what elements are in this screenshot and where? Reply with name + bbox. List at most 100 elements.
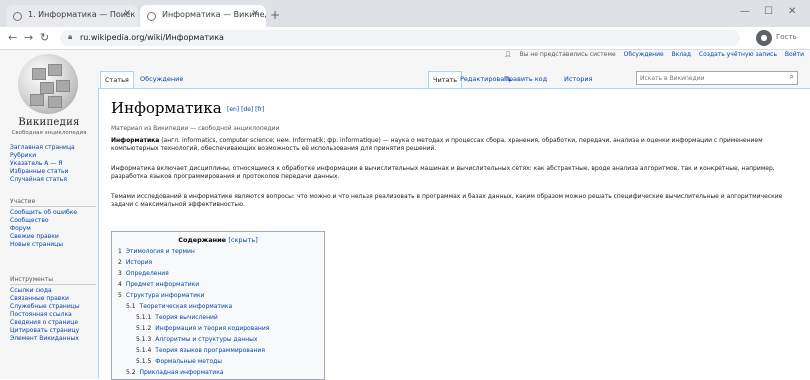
toc-item-number: 5	[118, 292, 122, 299]
sidebar-item-cite[interactable]: Цитировать страницу	[10, 327, 96, 335]
sidebar-item-related-changes[interactable]: Связанные правки	[10, 295, 96, 303]
toc-item-label: Теоретическая информатика	[139, 303, 233, 310]
toc-item-label: История	[125, 259, 153, 266]
toc-item-label: Предмет информатики	[125, 281, 200, 288]
toc-item[interactable]: 3 Определения	[118, 270, 169, 277]
sidebar-item-what-links-here[interactable]: Ссылки сюда	[10, 287, 96, 295]
toc-item-number: 5.1.5	[136, 358, 152, 365]
reload-icon[interactable]: ↻	[40, 31, 49, 44]
tab-history[interactable]: История	[560, 71, 596, 87]
search-input[interactable]	[640, 73, 780, 83]
sidebar-item-recent-changes[interactable]: Свежие правки	[10, 233, 96, 241]
toc-toggle[interactable]: [скрыть]	[228, 236, 257, 244]
toc-item[interactable]: 5.1.5 Формальные методы	[136, 358, 222, 365]
talk-link[interactable]: Обсуждение	[624, 51, 664, 58]
wikipedia-tagline: Свободная энциклопедия	[11, 130, 87, 136]
sidebar-item-report-error[interactable]: Сообщить об ошибке	[10, 209, 96, 217]
sidebar-item-new-pages[interactable]: Новые страницы	[10, 241, 96, 249]
toc-item[interactable]: 5.1.3 Алгоритмы и структуры данных	[136, 336, 257, 343]
sidebar-heading-tools: Инструменты	[10, 276, 96, 285]
sidebar-item-community[interactable]: Сообщество	[10, 217, 96, 225]
sidebar-item-permanent-link[interactable]: Постоянная ссылка	[10, 311, 96, 319]
toc-item[interactable]: 5.2 Прикладная информатика	[126, 369, 224, 376]
toc-item-number: 4	[118, 281, 122, 288]
site-subtitle: Материал из Википедии — свободной энцикл…	[111, 125, 280, 132]
plus-icon[interactable]: +	[270, 8, 280, 22]
contributions-link[interactable]: Вклад	[672, 51, 691, 58]
sidebar-item-special-pages[interactable]: Служебные страницы	[10, 303, 96, 311]
browser-tab-label: 1. Информатика — Поиск в Google	[28, 10, 138, 19]
sidebar-item-random[interactable]: Случайная статья	[10, 176, 96, 184]
toc-item-label: Теория вычислений	[155, 314, 218, 321]
toc-item-label: Формальные методы	[155, 358, 223, 365]
browser-tab-wikipedia[interactable]: Информатика — Википедия ✕	[140, 5, 266, 27]
user-icon: 👤︎	[504, 51, 512, 58]
browser-tab-google[interactable]: 1. Информатика — Поиск в Google ✕	[6, 5, 138, 27]
page-title: Информатика	[111, 99, 222, 117]
toc-item[interactable]: 5.1.2 Информация и теория кодирования	[136, 325, 269, 332]
toc-item-label: Информация и теория кодирования	[155, 325, 270, 332]
login-link[interactable]: Войти	[785, 51, 804, 58]
toc-item-number: 5.1.3	[136, 336, 152, 343]
create-account-link[interactable]: Создать учётную запись	[699, 51, 777, 58]
toc-item-number: 5.1.4	[136, 347, 152, 354]
forward-icon[interactable]: →	[24, 31, 33, 44]
wikipedia-wordmark[interactable]: Википедия	[2, 117, 96, 128]
toc-item-label: Алгоритмы и структуры данных	[155, 336, 258, 343]
toc-item-number: 5.1	[126, 303, 136, 310]
not-logged-in-text: Вы не представились системе	[519, 51, 616, 58]
sidebar-navigation: Заглавная страница Рубрики Указатель А —…	[10, 144, 96, 184]
toc-item[interactable]: 1 Этимология и термин	[118, 248, 195, 255]
maximize-icon[interactable]: ☐	[764, 6, 773, 17]
url-text: ru.wikipedia.org/wiki/Информатика	[80, 33, 224, 42]
close-icon[interactable]: ✕	[251, 9, 259, 19]
toc-item[interactable]: 4 Предмет информатики	[118, 281, 199, 288]
toc-item-number: 5.1.2	[136, 325, 152, 332]
wiki-search: ⌕	[636, 71, 798, 85]
search-icon[interactable]: ⌕	[790, 72, 794, 82]
toc-item-number: 3	[118, 270, 122, 277]
sidebar-item-wikidata[interactable]: Элемент Викиданных	[10, 335, 96, 343]
sidebar-item-categories[interactable]: Рубрики	[10, 152, 96, 160]
toc-item[interactable]: 5.1.4 Теория языков программирования	[136, 347, 265, 354]
sidebar-item-featured[interactable]: Избранные статьи	[10, 168, 96, 176]
sidebar-item-forum[interactable]: Форум	[10, 225, 96, 233]
toc-item-number: 1	[118, 248, 122, 255]
sidebar-heading-participation: Участие	[10, 198, 96, 207]
sidebar-item-index[interactable]: Указатель А — Я	[10, 160, 96, 168]
toc-item-label: Структура информатики	[125, 292, 205, 299]
article-paragraph: Информатика включает дисциплины, относящ…	[111, 165, 801, 181]
address-bar[interactable]: 🔒︎ ru.wikipedia.org/wiki/Информатика	[60, 30, 740, 46]
sidebar-item-main[interactable]: Заглавная страница	[10, 144, 96, 152]
toc-item[interactable]: 5 Структура информатики	[118, 292, 205, 299]
close-icon[interactable]: ✕	[123, 9, 131, 19]
close-window-icon[interactable]: ✕	[788, 6, 796, 17]
sidebar-item-page-info[interactable]: Сведения о странице	[10, 319, 96, 327]
google-favicon-icon	[13, 12, 22, 21]
tab-talk[interactable]: Обсуждение	[136, 71, 187, 87]
toc-item-label: Прикладная информатика	[139, 369, 224, 376]
toc-item[interactable]: 2 История	[118, 259, 152, 266]
browser-tab-strip: 1. Информатика — Поиск в Google ✕ Информ…	[0, 0, 810, 27]
toc-item[interactable]: 5.1.1 Теория вычислений	[136, 314, 218, 321]
wikipedia-globe-logo[interactable]	[18, 54, 78, 114]
sidebar-tools: Инструменты Ссылки сюда Связанные правки…	[10, 276, 96, 343]
toc-heading: Содержание	[178, 236, 227, 244]
toc-item-label: Этимология и термин	[125, 248, 195, 255]
wiki-page: Википедия Свободная энциклопедия Заглавн…	[0, 50, 810, 380]
article-paragraph: Информатика (англ. informatics, computer…	[111, 137, 801, 153]
sidebar-participation: Участие Сообщить об ошибке Сообщество Фо…	[10, 198, 96, 249]
toc-item[interactable]: 5.1 Теоретическая информатика	[126, 303, 232, 310]
table-of-contents: Содержание [скрыть] 1 Этимология и термин…	[111, 231, 325, 380]
back-icon[interactable]: ←	[8, 31, 17, 44]
bold-term: Информатика	[111, 137, 160, 144]
language-links[interactable]: [en] [de] [fr]	[227, 106, 264, 113]
minimize-icon[interactable]: —	[740, 6, 750, 17]
wikipedia-favicon-icon	[147, 12, 156, 21]
profile-label[interactable]: Гость	[776, 33, 797, 41]
tab-article[interactable]: Статья	[100, 71, 134, 88]
browser-tab-label: Информатика — Википедия	[162, 10, 266, 19]
toc-item-label: Теория языков программирования	[155, 347, 265, 354]
profile-avatar-icon[interactable]: ●	[756, 30, 772, 46]
tab-edit-source[interactable]: Править код	[500, 71, 551, 87]
